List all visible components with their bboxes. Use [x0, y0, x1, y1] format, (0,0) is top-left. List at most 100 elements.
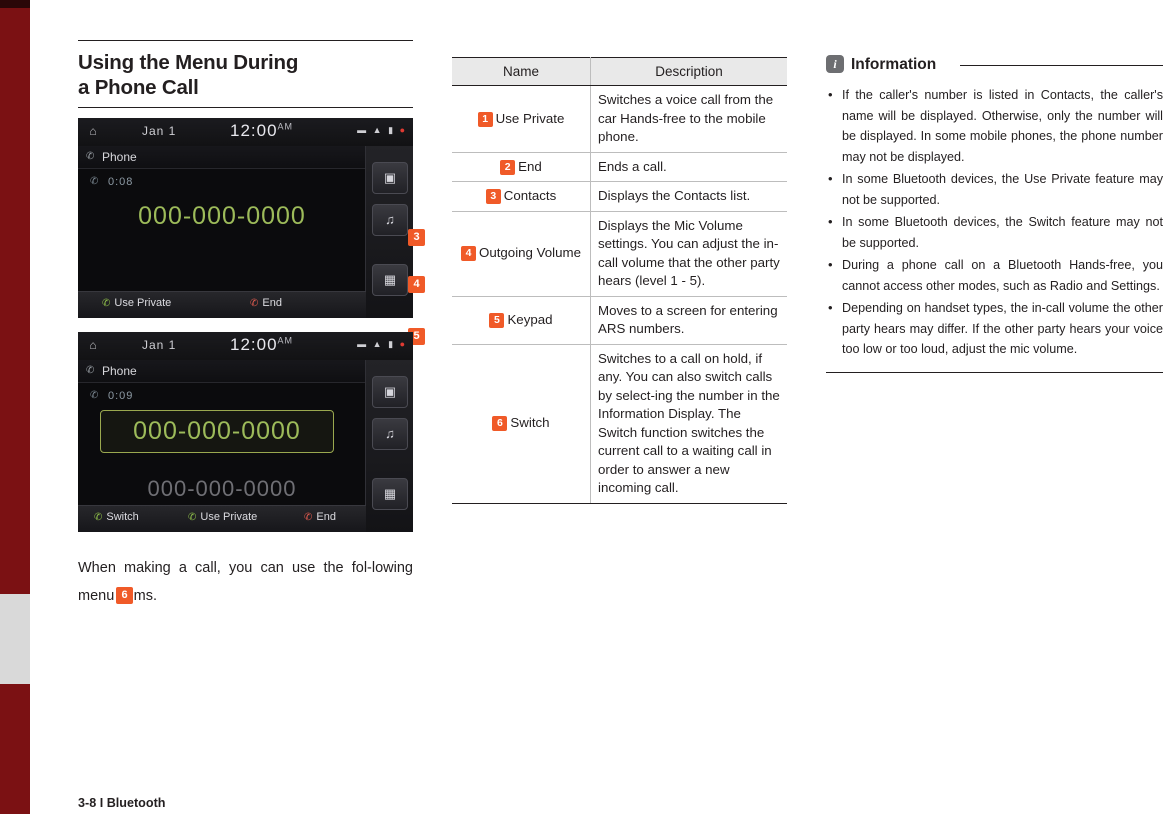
status-icons: ▬ ▲ ▮ ● [357, 125, 407, 136]
title-bar-label: Phone [102, 150, 137, 164]
status-date-2: Jan 1 [142, 338, 177, 352]
table-header-name: Name [452, 57, 591, 86]
heading-rule-top [78, 40, 413, 41]
list-item: Depending on handset types, the in-call … [826, 298, 1163, 360]
list-item: In some Bluetooth devices, the Switch fe… [826, 212, 1163, 253]
call-timer: ✆ 0:08 [90, 176, 134, 188]
page-footer: 3-8 I Bluetooth [78, 796, 166, 810]
active-call-number[interactable]: 000-000-0000 [100, 410, 334, 453]
row-badge: 6 [492, 416, 508, 432]
outgoing-volume-button-2[interactable]: ♫ [372, 418, 408, 450]
contacts-button[interactable]: ▣ [372, 162, 408, 194]
table-row: 3 Contacts Displays the Contacts list. [452, 181, 787, 212]
bottom-button-bar-2: ✆ Switch ✆ Use Private ✆ End [78, 505, 366, 532]
switch-label: Switch [106, 511, 139, 523]
row-badge: 4 [460, 246, 476, 262]
information-rule [960, 65, 1163, 66]
record-dot-icon: ● [399, 125, 407, 135]
row-name: End [518, 158, 542, 174]
table-cell-name: 3 Contacts [452, 181, 591, 212]
keypad-button-2[interactable]: ▦ [372, 478, 408, 510]
table-row: 4 Outgoing Volume Displays the Mic Volume… [452, 211, 787, 297]
title-bar-2: ✆ Phone ↰ [78, 360, 413, 383]
call-timer-value: 0:08 [108, 176, 134, 188]
call-timer-icon-2: ✆ [90, 390, 100, 401]
end-call-label-2: End [316, 511, 336, 523]
table-cell-name: 5 Keypad [452, 296, 591, 345]
title-bar: ✆ Phone ↰ [78, 146, 413, 169]
home-icon: ⌂ [89, 124, 97, 138]
list-item: In some Bluetooth devices, the Use Priva… [826, 169, 1163, 210]
keypad-button[interactable]: ▦ [372, 264, 408, 296]
use-private-label-2: Use Private [200, 511, 258, 523]
table-cell-description: Switches to a call on hold, if any. You … [590, 344, 787, 504]
table-cell-name: 1 Use Private [452, 85, 591, 153]
status-time-suffix: AM [277, 121, 294, 132]
table-row: 1 Use Private Switches a voice call from … [452, 85, 787, 153]
table-cell-description: Ends a call. [590, 152, 787, 182]
switch-button[interactable]: ✆ Switch [94, 511, 139, 523]
outgoing-volume-button[interactable]: ♫ [372, 204, 408, 236]
end-call-icon-2: ✆ [304, 512, 313, 523]
switch-icon: ✆ [94, 512, 103, 523]
row-badge: 3 [485, 189, 501, 204]
callout-3: 3 [408, 229, 425, 246]
signal-icon: ▬ ▲ ▮ [357, 125, 396, 135]
info-icon: i [826, 55, 844, 73]
status-time-suffix-2: AM [277, 335, 294, 346]
page-title-line2: a Phone Call [78, 76, 199, 99]
held-call-number[interactable]: 000-000-0000 [78, 476, 366, 502]
manual-page: Using the Menu During a Phone Call ⌂ Jan… [0, 0, 1163, 814]
use-private-label: Use Private [114, 297, 172, 309]
signal-icon-2: ▬ ▲ ▮ [357, 339, 396, 349]
list-item: If the caller's number is listed in Cont… [826, 85, 1163, 167]
call-timer-value-2: 0:09 [108, 390, 134, 402]
side-button-column: ▣ ♫ ▦ ‹ [356, 146, 413, 318]
phone-icon: ✆ [86, 151, 95, 162]
column-left: Using the Menu During a Phone Call ⌂ Jan… [78, 40, 425, 610]
table-cell-description: Switches a voice call from the car Hands… [590, 85, 787, 153]
table-cell-description: Displays the Contacts list. [590, 181, 787, 212]
bottom-button-bar: ✆ Use Private ✆ End [78, 291, 366, 318]
status-time-2: 12:00 [230, 335, 278, 354]
row-name: Contacts [503, 188, 557, 203]
column-middle: Name Description 1 Use Private Switches a… [452, 57, 787, 504]
end-call-button[interactable]: ✆ End [250, 297, 282, 309]
table-row: 5 Keypad Moves to a screen for entering A… [452, 296, 787, 345]
end-call-icon: ✆ [250, 298, 259, 309]
heading-rule-bottom [78, 107, 413, 108]
page-title-line1: Using the Menu During [78, 51, 299, 74]
row-badge: 1 [477, 111, 493, 127]
use-private-button-2[interactable]: ✆ Use Private [188, 511, 257, 523]
contacts-button-2[interactable]: ▣ [372, 376, 408, 408]
table-cell-description: Displays the Mic Volume settings. You ca… [590, 211, 787, 297]
table-cell-description: Moves to a screen for entering ARS numbe… [590, 296, 787, 345]
status-date: Jan 1 [142, 124, 177, 138]
page-title: Using the Menu During a Phone Call [78, 50, 413, 100]
row-name: Keypad [507, 311, 553, 327]
column-right: i Information If the caller's number is … [826, 55, 1163, 373]
phone-icon-2: ✆ [86, 365, 95, 376]
information-header: i Information [826, 55, 1163, 77]
use-private-button[interactable]: ✆ Use Private [102, 297, 171, 309]
use-private-icon: ✆ [102, 298, 111, 309]
table-header-description: Description [590, 57, 787, 86]
call-timer-2: ✆ 0:09 [90, 390, 134, 402]
screenshot-call-waiting: ⌂ Jan 1 12:00AM ▬ ▲ ▮ ● ✆ Phone ↰ ✆0:09 … [78, 332, 413, 532]
table-row: 2 End Ends a call. [452, 152, 787, 182]
end-call-button-2[interactable]: ✆ End [304, 511, 336, 523]
information-bottom-rule [826, 371, 1163, 373]
side-button-column-2: ▣ ♫ ▦ ‹ [356, 360, 413, 532]
menu-items-table: Name Description 1 Use Private Switches a… [452, 57, 787, 504]
row-badge: 5 [489, 312, 505, 328]
use-private-icon-2: ✆ [188, 512, 197, 523]
record-dot-icon-2: ● [399, 339, 407, 349]
callout-4: 4 [408, 276, 425, 293]
status-icons-2: ▬ ▲ ▮ ● [357, 339, 407, 350]
list-item: During a phone call on a Bluetooth Hands… [826, 255, 1163, 296]
screenshot-call-single: ⌂ Jan 1 12:00AM ▬ ▲ ▮ ● ✆ Phone ↰ ✆0:08 … [78, 118, 413, 318]
callout-6: 6 [116, 587, 133, 604]
status-bar: ⌂ Jan 1 12:00AM ▬ ▲ ▮ ● [78, 118, 413, 147]
call-number: 000-000-0000 [138, 202, 306, 230]
status-time: 12:00 [230, 121, 278, 140]
